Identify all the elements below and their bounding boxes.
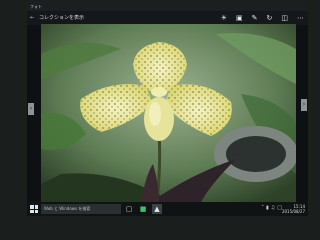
clock-date: 2015/08/27 xyxy=(281,209,305,214)
taskbar-search-box[interactable]: Web と Windows を検索 xyxy=(41,204,121,214)
up-chevron-icon[interactable]: ˄ xyxy=(262,205,265,211)
more-icon[interactable]: ⋯ xyxy=(297,11,304,25)
clock[interactable]: 15:14 2015/08/27 xyxy=(282,204,305,214)
delete-icon[interactable]: ◫ xyxy=(281,11,288,25)
windows-logo-icon xyxy=(30,205,34,209)
photos-icon[interactable]: ▲ xyxy=(152,204,162,214)
orchid-photo[interactable] xyxy=(41,24,296,202)
store-icon[interactable]: ■ xyxy=(138,204,148,214)
slideshow-icon[interactable]: ▣ xyxy=(236,11,243,25)
command-bar: ← コレクションを表示 ☀ ▣ ✎ ↻ ◫ ⋯ xyxy=(27,11,308,25)
rotate-icon[interactable]: ↻ xyxy=(267,11,273,25)
photos-app-window: フォト ← コレクションを表示 ☀ ▣ ✎ ↻ ◫ ⋯ ‹ › Web と Wi… xyxy=(27,2,308,216)
window-title: フォト xyxy=(30,4,42,9)
orchid-image xyxy=(41,24,296,202)
back-arrow-icon[interactable]: ← xyxy=(30,11,34,25)
share-icon[interactable]: ☀ xyxy=(221,11,227,25)
edit-icon[interactable]: ✎ xyxy=(252,11,258,25)
volume-icon[interactable]: ♫ xyxy=(271,205,275,211)
task-view-icon[interactable]: ▢ xyxy=(124,204,134,214)
view-collection-button[interactable]: コレクションを表示 xyxy=(39,11,84,25)
start-button[interactable] xyxy=(30,205,38,213)
title-bar: フォト xyxy=(27,2,308,11)
next-photo-button[interactable]: › xyxy=(301,99,307,111)
previous-photo-button[interactable]: ‹ xyxy=(28,103,34,115)
taskbar: Web と Windows を検索 ▢ ■ ▲ ˄ ▮ ♫ □ 15:14 20… xyxy=(27,202,308,216)
network-icon[interactable]: ▮ xyxy=(266,205,269,211)
